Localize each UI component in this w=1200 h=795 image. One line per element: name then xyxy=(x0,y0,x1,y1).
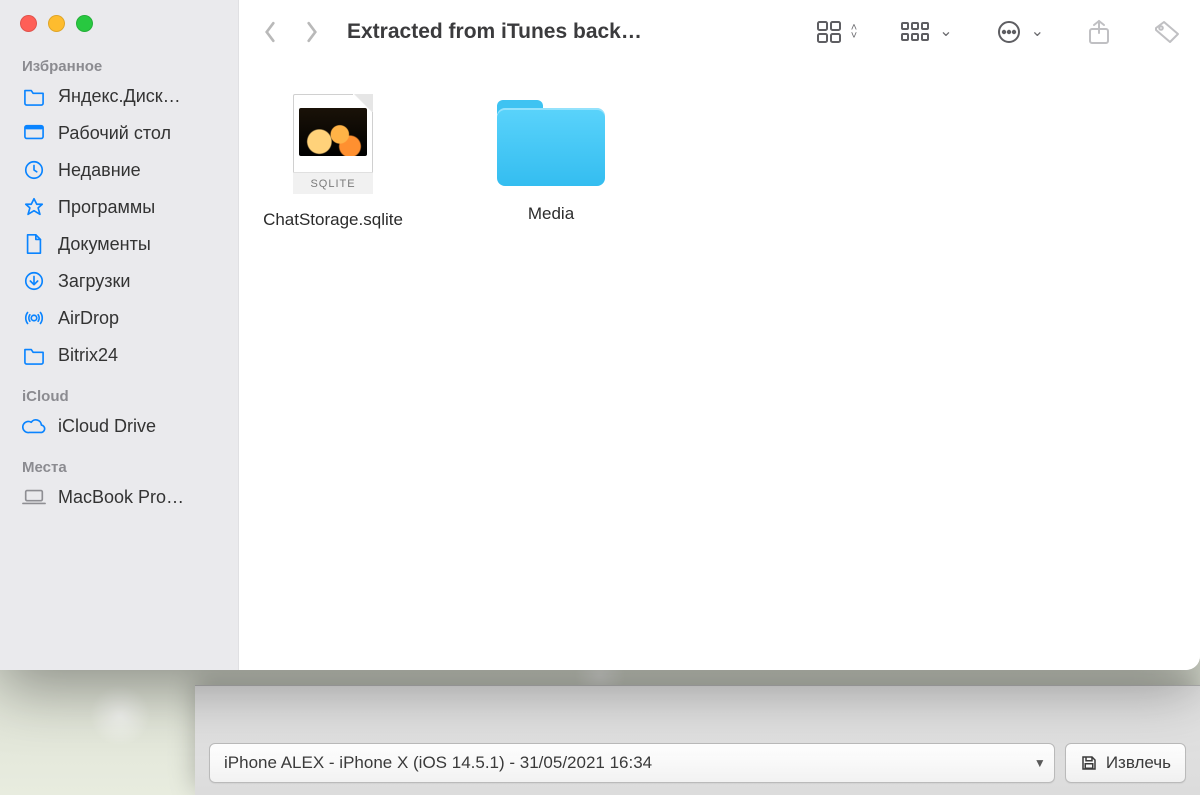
desktop-icon xyxy=(22,122,46,144)
device-select-value: iPhone ALEX - iPhone X (iOS 14.5.1) - 31… xyxy=(224,753,652,773)
dropdown-arrow-icon: ▼ xyxy=(1034,756,1046,770)
finder-window: Избранное Яндекс.Диск… Рабочий стол Недавн… xyxy=(0,0,1200,670)
sidebar-item-label: Загрузки xyxy=(58,271,130,292)
clock-icon xyxy=(22,159,46,181)
file-thumbnail: SQLITE xyxy=(287,94,379,194)
folder-icon xyxy=(22,344,46,366)
save-icon xyxy=(1080,754,1098,772)
updown-icon: ˄˅ xyxy=(851,24,857,40)
sidebar-item-label: Яндекс.Диск… xyxy=(58,86,181,107)
airdrop-icon xyxy=(22,307,46,329)
action-menu-button[interactable] xyxy=(997,20,1044,44)
sidebar-item-label: Программы xyxy=(58,197,155,218)
sidebar-item-яндекс-диск-[interactable]: Яндекс.Диск… xyxy=(0,78,238,114)
apps-icon xyxy=(22,196,46,218)
close-button[interactable] xyxy=(20,15,37,32)
ellipsis-circle-icon xyxy=(997,20,1021,44)
sidebar-item-macbook-pro-[interactable]: MacBook Pro… xyxy=(0,479,238,515)
sidebar-item-label: Рабочий стол xyxy=(58,123,171,144)
sidebar-item-icloud-drive[interactable]: iCloud Drive xyxy=(0,408,238,444)
minimize-button[interactable] xyxy=(48,15,65,32)
sidebar-item-label: MacBook Pro… xyxy=(58,487,184,508)
sidebar-item-label: iCloud Drive xyxy=(58,416,156,437)
window-title: Extracted from iTunes back… xyxy=(347,20,642,44)
sidebar-section-icloud: iCloud xyxy=(0,374,238,407)
sidebar-item-label: AirDrop xyxy=(58,308,119,329)
view-icons-button[interactable]: ˄˅ xyxy=(817,21,857,43)
sidebar-item-программы[interactable]: Программы xyxy=(0,189,238,225)
sidebar-item-label: Недавние xyxy=(58,160,141,181)
download-icon xyxy=(22,270,46,292)
file-label: Media xyxy=(528,204,574,224)
sidebar-section-favorites: Избранное xyxy=(0,44,238,77)
finder-main: Extracted from iTunes back… ˄˅ xyxy=(239,0,1200,670)
finder-sidebar: Избранное Яндекс.Диск… Рабочий стол Недавн… xyxy=(0,0,239,670)
laptop-icon xyxy=(22,486,46,508)
extract-button[interactable]: Извлечь xyxy=(1065,743,1186,783)
sidebar-section-locations: Места xyxy=(0,445,238,478)
nav-forward-button[interactable] xyxy=(303,19,321,45)
folder-icon xyxy=(497,100,605,186)
sidebar-item-label: Bitrix24 xyxy=(58,345,118,366)
finder-toolbar: Extracted from iTunes back… ˄˅ xyxy=(239,0,1200,64)
document-icon xyxy=(22,233,46,255)
sidebar-item-bitrix24[interactable]: Bitrix24 xyxy=(0,337,238,373)
share-icon xyxy=(1088,19,1110,45)
share-button[interactable] xyxy=(1088,19,1110,45)
device-select[interactable]: iPhone ALEX - iPhone X (iOS 14.5.1) - 31… xyxy=(209,743,1055,783)
extract-button-label: Извлечь xyxy=(1106,753,1171,773)
background-app-panel: iPhone ALEX - iPhone X (iOS 14.5.1) - 31… xyxy=(195,685,1200,795)
sidebar-item-label: Документы xyxy=(58,234,151,255)
grid-icon xyxy=(817,21,841,43)
sidebar-item-рабочий-стол[interactable]: Рабочий стол xyxy=(0,115,238,151)
file-item-media[interactable]: Media xyxy=(471,94,631,224)
cloud-icon xyxy=(22,415,46,437)
file-grid[interactable]: SQLITE ChatStorage.sqlite Media xyxy=(239,64,1200,670)
folder-icon xyxy=(22,85,46,107)
group-button[interactable] xyxy=(901,22,952,42)
file-item-chatstorage[interactable]: SQLITE ChatStorage.sqlite xyxy=(253,94,413,230)
file-type-badge: SQLITE xyxy=(293,172,373,194)
window-controls xyxy=(0,11,238,44)
file-label: ChatStorage.sqlite xyxy=(263,210,403,230)
zoom-button[interactable] xyxy=(76,15,93,32)
chevron-down-icon xyxy=(1031,26,1044,38)
sidebar-item-недавние[interactable]: Недавние xyxy=(0,152,238,188)
tags-button[interactable] xyxy=(1154,20,1180,44)
tag-icon xyxy=(1154,20,1180,44)
sidebar-item-загрузки[interactable]: Загрузки xyxy=(0,263,238,299)
sidebar-item-документы[interactable]: Документы xyxy=(0,226,238,262)
nav-back-button[interactable] xyxy=(261,19,279,45)
sidebar-item-airdrop[interactable]: AirDrop xyxy=(0,300,238,336)
chevron-down-icon xyxy=(939,26,952,38)
group-icon xyxy=(901,22,929,42)
